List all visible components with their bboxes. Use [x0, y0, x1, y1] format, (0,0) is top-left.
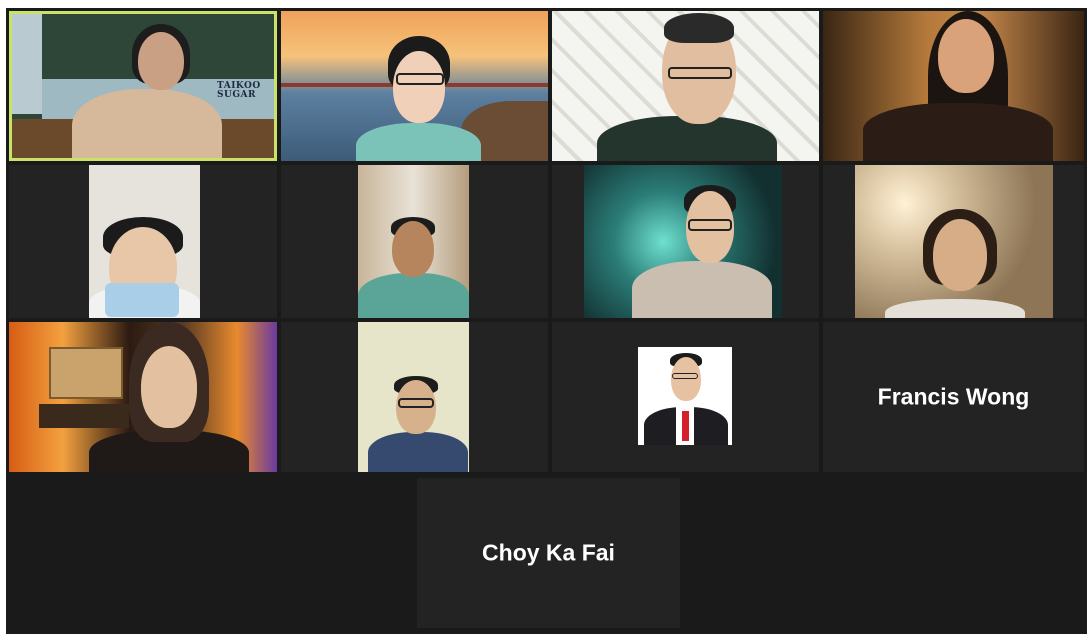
- person-body: [356, 123, 481, 161]
- studio-desk: [39, 404, 129, 428]
- participant-tile[interactable]: [552, 165, 819, 318]
- person-head: [392, 221, 434, 277]
- video-feed: [358, 165, 469, 318]
- person-body: [885, 299, 1025, 318]
- participant-tile[interactable]: Francis Wong: [823, 322, 1084, 472]
- video-feed: [584, 165, 782, 318]
- person-body: [597, 116, 777, 161]
- profile-photo: [638, 347, 732, 445]
- video-feed: [89, 165, 200, 318]
- person-head: [393, 51, 445, 123]
- participant-tile[interactable]: [9, 165, 277, 318]
- video-feed: [552, 11, 819, 161]
- participant-tile[interactable]: Choy Ka Fai: [417, 478, 680, 628]
- person-head: [138, 32, 184, 90]
- video-feed: TAIKOO SUGAR: [12, 14, 274, 158]
- participant-tile[interactable]: [823, 11, 1084, 161]
- participant-tile[interactable]: [281, 165, 548, 318]
- glasses: [396, 73, 444, 85]
- video-feed: [9, 322, 277, 472]
- video-feed: [823, 11, 1084, 161]
- participant-name: Choy Ka Fai: [482, 539, 615, 566]
- person-hair: [664, 13, 734, 43]
- person-head: [671, 357, 701, 401]
- sign-text: TAIKOO SUGAR: [217, 81, 261, 100]
- person-head: [933, 219, 987, 291]
- poster-board: [12, 14, 42, 114]
- face-mask: [105, 283, 179, 317]
- meeting-gallery-view: TAIKOO SUGAR Francis Wong Choy Ka Fai: [6, 8, 1087, 634]
- person-body: [72, 89, 222, 158]
- participant-tile[interactable]: [552, 322, 819, 472]
- participant-tile-active-speaker[interactable]: TAIKOO SUGAR: [9, 11, 277, 161]
- glasses: [688, 219, 732, 231]
- participant-tile[interactable]: [823, 165, 1084, 318]
- video-feed: [358, 322, 469, 472]
- participant-tile[interactable]: [552, 11, 819, 161]
- glasses: [398, 398, 434, 408]
- tie: [682, 411, 689, 441]
- studio-screen: [49, 347, 123, 399]
- video-feed: [855, 165, 1053, 318]
- person-body: [632, 261, 772, 318]
- participant-tile[interactable]: [281, 11, 548, 161]
- video-feed: [281, 11, 548, 161]
- person-body: [368, 432, 468, 472]
- person-head: [938, 19, 994, 93]
- participant-tile[interactable]: [9, 322, 277, 472]
- glasses: [672, 373, 698, 379]
- participant-tile[interactable]: [281, 322, 548, 472]
- glasses: [668, 67, 732, 79]
- participant-name: Francis Wong: [877, 383, 1030, 410]
- person-body: [358, 273, 469, 318]
- person-body: [863, 103, 1053, 161]
- person-head: [141, 346, 197, 428]
